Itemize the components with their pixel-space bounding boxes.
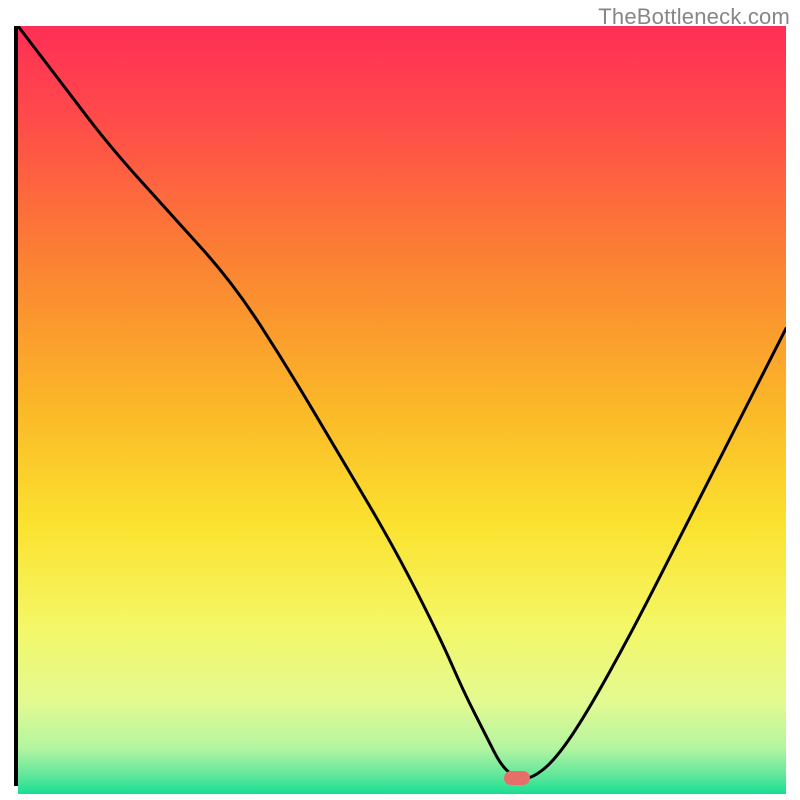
bottleneck-curve bbox=[18, 26, 786, 782]
chart-container: TheBottleneck.com bbox=[0, 0, 800, 800]
optimal-marker bbox=[504, 771, 530, 785]
plot-area bbox=[14, 26, 786, 786]
